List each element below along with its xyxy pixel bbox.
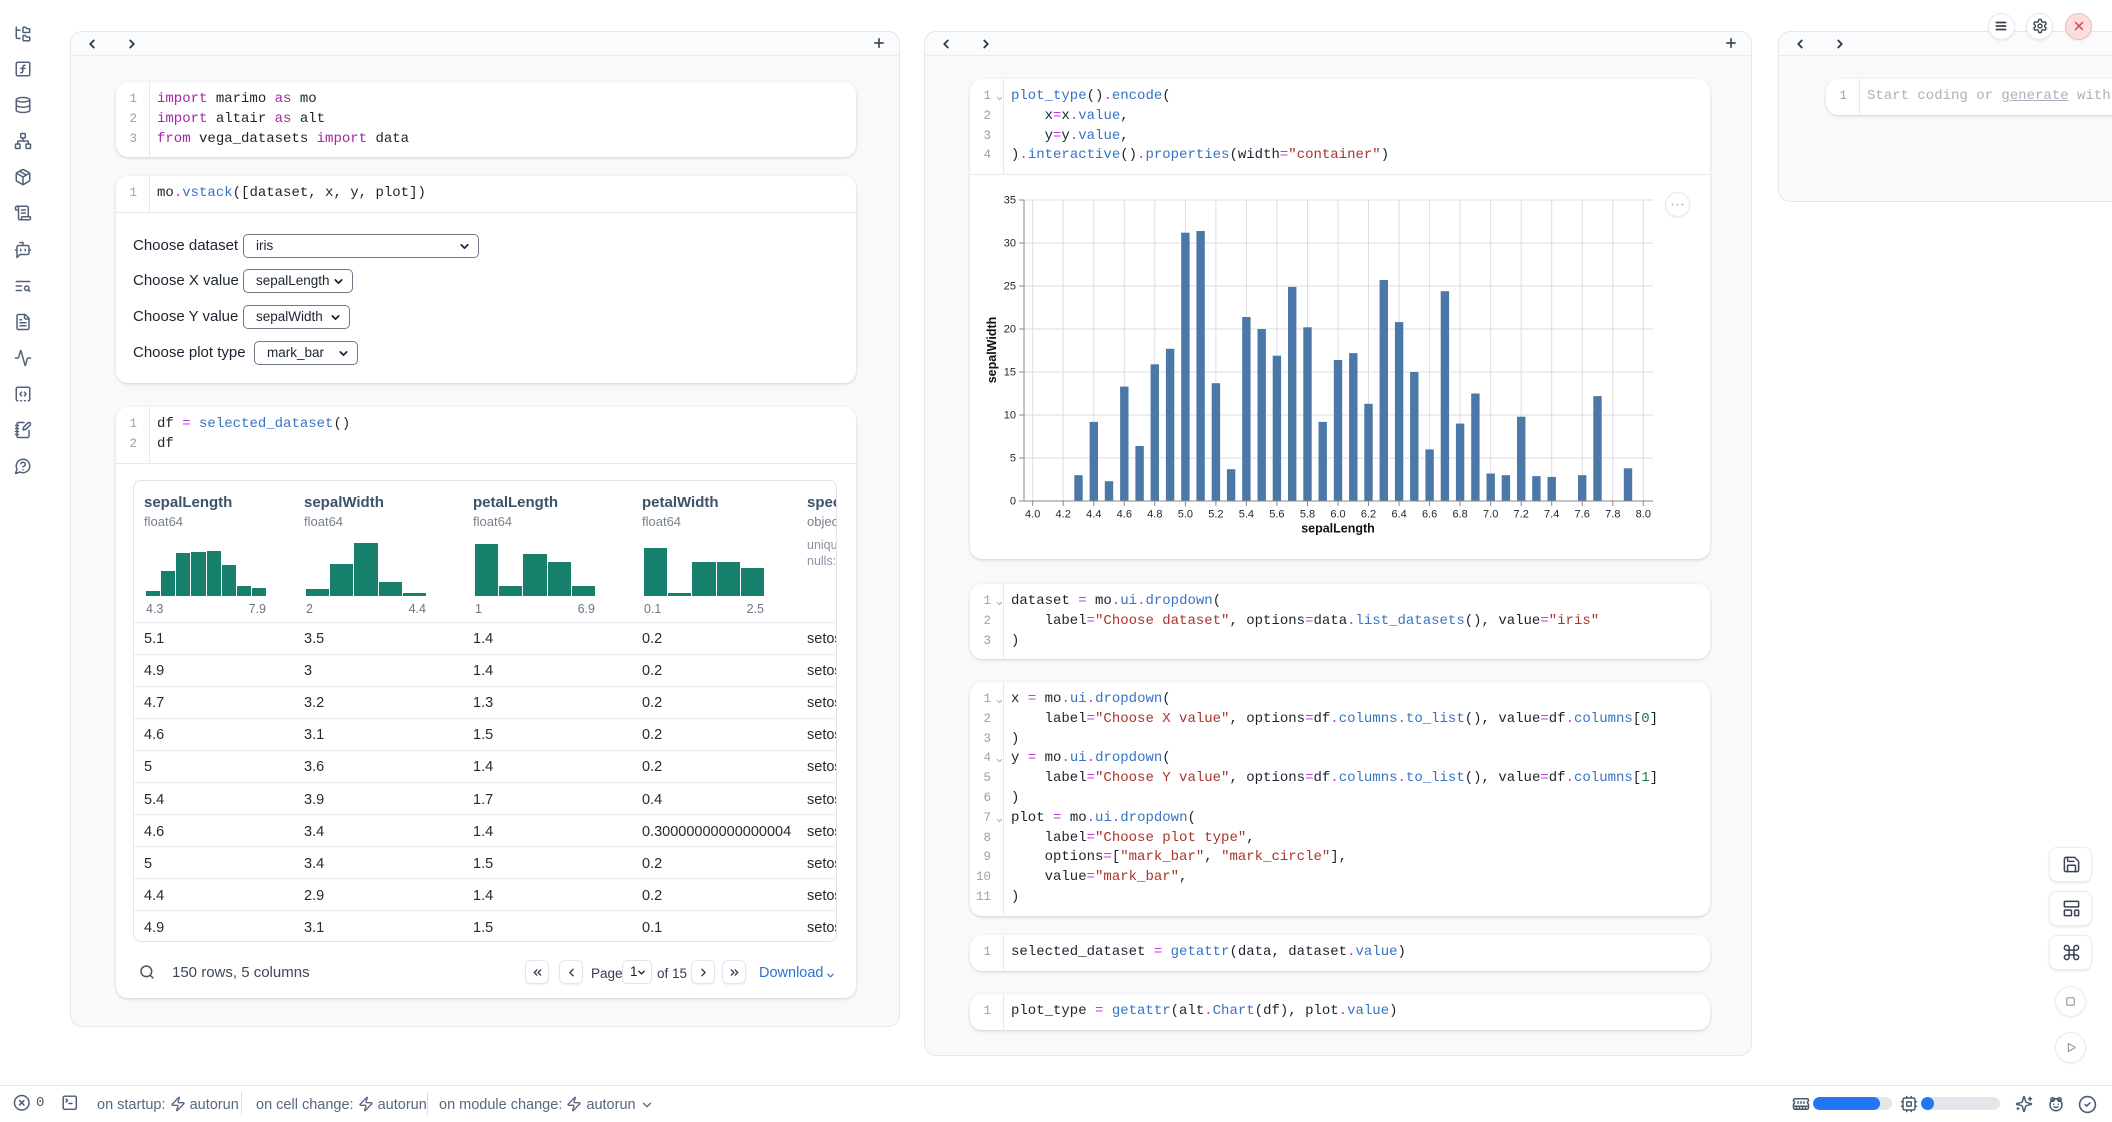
- svg-text:7.4: 7.4: [1544, 509, 1559, 521]
- svg-text:5.4: 5.4: [1239, 509, 1254, 521]
- svg-text:8.0: 8.0: [1636, 509, 1651, 521]
- svg-text:5.8: 5.8: [1300, 509, 1315, 521]
- svg-text:0: 0: [1010, 496, 1016, 508]
- svg-text:5.6: 5.6: [1269, 509, 1284, 521]
- svg-text:20: 20: [1004, 324, 1016, 336]
- svg-text:4.4: 4.4: [1086, 509, 1101, 521]
- svg-text:25: 25: [1004, 281, 1016, 293]
- svg-text:30: 30: [1004, 238, 1016, 250]
- svg-text:7.6: 7.6: [1575, 509, 1590, 521]
- svg-text:5.2: 5.2: [1208, 509, 1223, 521]
- svg-text:4.8: 4.8: [1147, 509, 1162, 521]
- svg-text:6.2: 6.2: [1361, 509, 1376, 521]
- svg-text:4.6: 4.6: [1117, 509, 1132, 521]
- svg-text:5.0: 5.0: [1178, 509, 1193, 521]
- svg-text:7.2: 7.2: [1514, 509, 1529, 521]
- svg-text:4.2: 4.2: [1056, 509, 1071, 521]
- svg-text:sepalWidth: sepalWidth: [985, 317, 999, 384]
- svg-text:6.0: 6.0: [1330, 509, 1345, 521]
- svg-text:7.8: 7.8: [1605, 509, 1620, 521]
- svg-text:35: 35: [1004, 195, 1016, 207]
- svg-text:10: 10: [1004, 410, 1016, 422]
- svg-text:sepalLength: sepalLength: [1301, 522, 1375, 536]
- svg-text:7.0: 7.0: [1483, 509, 1498, 521]
- svg-text:5: 5: [1010, 453, 1016, 465]
- svg-text:6.6: 6.6: [1422, 509, 1437, 521]
- svg-text:6.8: 6.8: [1452, 509, 1467, 521]
- svg-text:6.4: 6.4: [1391, 509, 1406, 521]
- svg-text:4.0: 4.0: [1025, 509, 1040, 521]
- svg-text:15: 15: [1004, 367, 1016, 379]
